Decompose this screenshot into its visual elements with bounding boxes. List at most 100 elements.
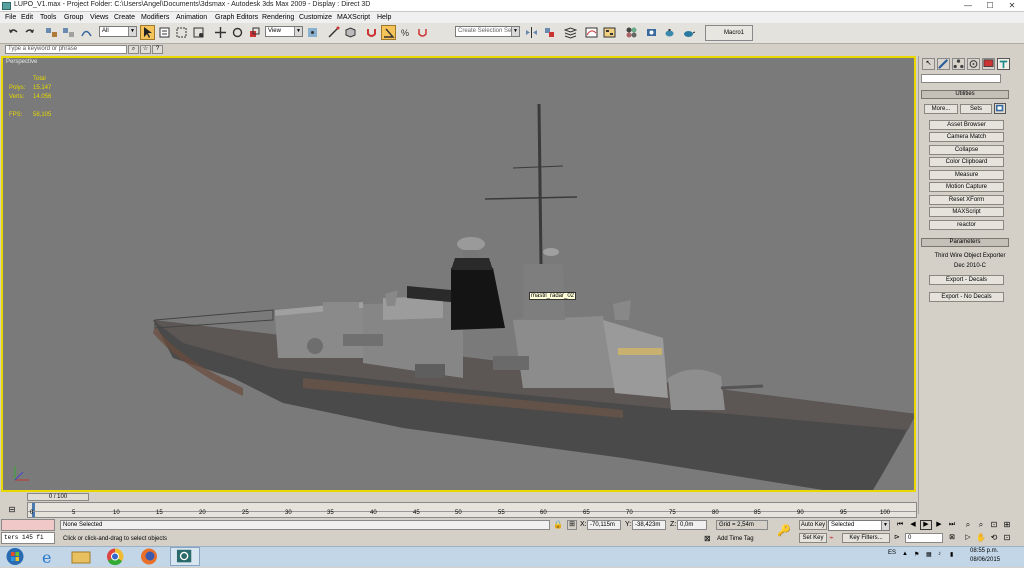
selection-filter-dropdown[interactable]: All ▼ (99, 26, 137, 37)
utilities-tab-icon[interactable] (997, 58, 1010, 70)
create-tab-cursor-icon[interactable]: ↖ (922, 58, 935, 70)
select-and-scale-button[interactable] (247, 25, 262, 40)
go-to-end-icon[interactable]: ⏭ (946, 520, 958, 530)
orbit-icon[interactable]: ⟲ (988, 533, 1000, 543)
select-and-link-button[interactable] (44, 25, 59, 40)
time-slider[interactable]: 0 / 100 (27, 493, 89, 501)
layer-manager-button[interactable] (563, 25, 578, 40)
menu-views[interactable]: Views (90, 12, 109, 23)
frigate-3d-model[interactable] (3, 58, 914, 490)
select-and-manipulate-button[interactable] (326, 25, 341, 40)
y-coordinate-field[interactable]: -38,423m (632, 520, 666, 530)
select-and-rotate-button[interactable] (230, 25, 245, 40)
search-binoculars-icon[interactable]: ⌕ (128, 45, 139, 54)
named-selection-sets-dropdown[interactable]: Create Selection Set ▼ (455, 26, 520, 37)
spinner-snap-toggle-button[interactable] (415, 25, 430, 40)
close-button[interactable]: ✕ (1002, 0, 1022, 12)
taskbar-file-explorer[interactable] (66, 547, 96, 566)
tray-arrow-icon[interactable]: ▲ (902, 551, 910, 559)
camera-match-button[interactable]: Camera Match (929, 132, 1004, 142)
keyword-search-input[interactable]: Type a keyword or phrase (5, 45, 127, 54)
reset-xform-button[interactable]: Reset XForm (929, 195, 1004, 205)
rendered-frame-window-button[interactable] (662, 25, 677, 40)
subscription-center-icon[interactable]: ☆ (140, 45, 151, 54)
schematic-view-button[interactable] (602, 25, 617, 40)
asset-browser-button[interactable]: Asset Browser (929, 120, 1004, 130)
bind-to-space-warp-button[interactable] (79, 25, 94, 40)
menu-group[interactable]: Group (64, 12, 83, 23)
menu-tools[interactable]: Tools (40, 12, 56, 23)
menu-customize[interactable]: Customize (299, 12, 332, 23)
quick-render-button[interactable] (681, 25, 696, 40)
absolute-mode-transform-icon[interactable]: ⊞ (567, 520, 577, 530)
tray-battery-icon[interactable]: ▮ (950, 551, 958, 559)
zoom-extents-all-icon[interactable]: ⊞ (1001, 520, 1013, 530)
go-to-start-icon[interactable]: ⏮ (894, 520, 906, 530)
percent-snap-toggle-button[interactable]: % (398, 25, 413, 40)
keyboard-shortcut-override-button[interactable] (343, 25, 358, 40)
undo-button[interactable] (6, 25, 21, 40)
curve-editor-button[interactable] (584, 25, 599, 40)
menu-file[interactable]: File (5, 12, 16, 23)
color-clipboard-button[interactable]: Color Clipboard (929, 157, 1004, 167)
taskbar-internet-explorer[interactable]: e (34, 547, 64, 567)
hierarchy-tab-icon[interactable] (952, 58, 965, 70)
utilities-rollout-header[interactable]: Utilities (921, 90, 1009, 99)
tray-network-icon[interactable]: ▦ (926, 551, 934, 559)
menu-edit[interactable]: Edit (21, 12, 33, 23)
macro-button[interactable]: Macro1 (705, 25, 753, 41)
modify-tab-icon[interactable] (937, 58, 950, 70)
measure-button[interactable]: Measure (929, 170, 1004, 180)
maxscript-listener-top[interactable] (1, 519, 55, 531)
maxscript-listener-bottom[interactable]: ters 145 fi (1, 532, 55, 544)
perspective-viewport[interactable]: Perspective Total Polys: 15.147 Verts: 1… (1, 56, 916, 492)
redo-button[interactable] (22, 25, 37, 40)
mirror-button[interactable] (524, 25, 539, 40)
sets-button[interactable]: Sets (960, 104, 992, 114)
auto-key-button[interactable]: Auto Key (799, 520, 827, 530)
add-time-tag-button[interactable]: Add Time Tag (717, 534, 754, 544)
more-utilities-button[interactable]: More... (924, 104, 958, 114)
play-icon[interactable]: ▶ (920, 520, 932, 530)
parameters-rollout-header[interactable]: Parameters (921, 238, 1009, 247)
selection-lock-icon[interactable]: 🔒 (553, 520, 563, 530)
zoom-extents-icon[interactable]: ⊡ (988, 520, 1000, 530)
time-configuration-icon[interactable]: ⊠ (946, 533, 958, 543)
object-name-field[interactable] (921, 74, 1001, 83)
snaps-toggle-button[interactable] (364, 25, 379, 40)
window-crossing-button[interactable] (191, 25, 206, 40)
rectangular-selection-button[interactable] (174, 25, 189, 40)
clock-date[interactable]: 08/06/2015 (970, 557, 1000, 563)
select-object-button[interactable] (140, 25, 155, 40)
menu-create[interactable]: Create (114, 12, 135, 23)
language-indicator[interactable]: ES (888, 550, 896, 556)
maximize-viewport-icon[interactable]: ⊡ (1001, 533, 1013, 543)
key-mode-toggle-icon[interactable]: ⊳ (894, 533, 904, 543)
menu-modifiers[interactable]: Modifiers (141, 12, 169, 23)
next-frame-icon[interactable]: ▶ (933, 520, 945, 530)
material-editor-button[interactable] (624, 25, 639, 40)
help-icon[interactable]: ? (152, 45, 163, 54)
menu-help[interactable]: Help (377, 12, 391, 23)
field-of-view-icon[interactable]: ▷ (962, 533, 974, 543)
menu-maxscript[interactable]: MAXScript (337, 12, 370, 23)
key-filters-button[interactable]: Key Filters... (842, 533, 890, 543)
export-no-decals-button[interactable]: Export - No Decals (929, 292, 1004, 302)
current-frame-field[interactable]: 0 (905, 533, 943, 543)
zoom-all-icon[interactable]: ⌕ (975, 520, 987, 530)
taskbar-3dsmax[interactable] (170, 547, 200, 566)
tray-volume-icon[interactable]: ♪ (938, 551, 946, 559)
select-and-move-button[interactable] (213, 25, 228, 40)
pan-view-icon[interactable]: ✋ (975, 533, 987, 543)
menu-graph-editors[interactable]: Graph Editors (215, 12, 258, 23)
export-decals-button[interactable]: Export - Decals (929, 275, 1004, 285)
key-mode-dropdown[interactable]: Selected ▼ (828, 520, 890, 531)
previous-frame-icon[interactable]: ◀ (907, 520, 919, 530)
pivot-center-button[interactable] (305, 25, 320, 40)
minimize-button[interactable]: — (958, 0, 978, 12)
menu-animation[interactable]: Animation (176, 12, 207, 23)
zoom-icon[interactable]: ⌕ (962, 520, 974, 530)
key-filter-icon[interactable]: ⌁ (829, 533, 839, 543)
x-coordinate-field[interactable]: -70,115m (587, 520, 621, 530)
render-setup-button[interactable] (644, 25, 659, 40)
